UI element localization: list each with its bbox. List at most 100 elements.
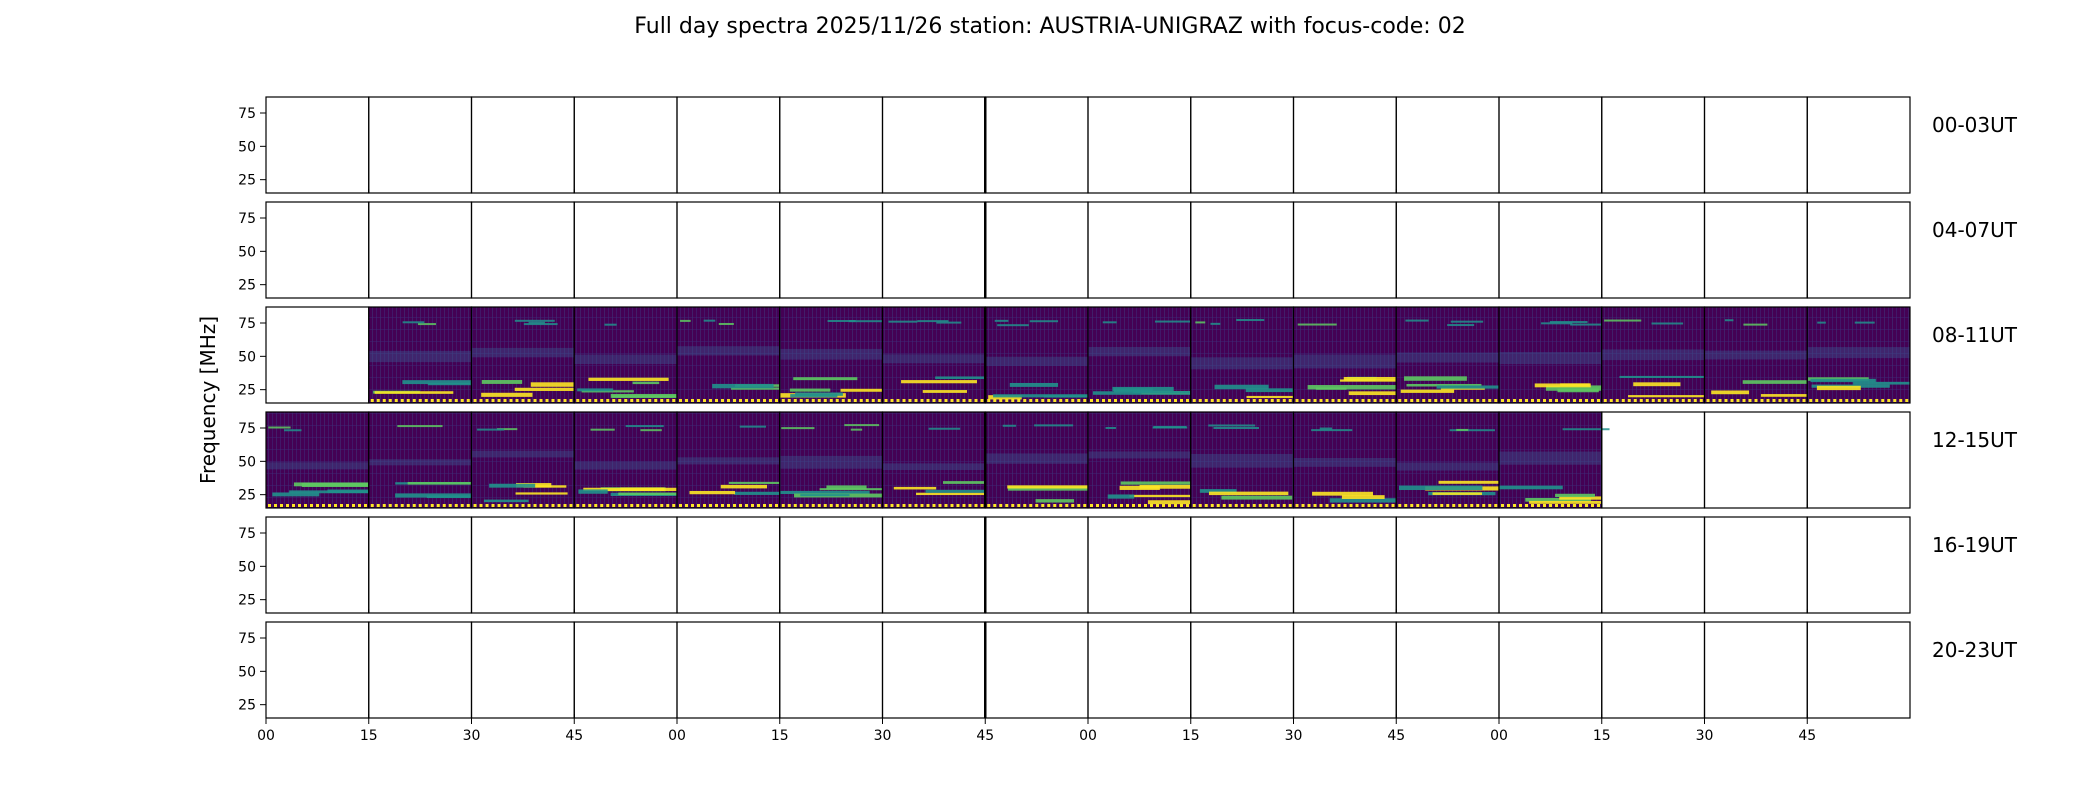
spectrum-line: [703, 319, 716, 322]
spectrum-line: [481, 380, 523, 384]
calibration-dot: [739, 504, 742, 507]
calibration-dot: [666, 504, 670, 507]
calibration-dot: [1887, 399, 1891, 402]
calibration-dot: [1041, 399, 1045, 402]
spectrum-line: [514, 387, 575, 391]
spectrum-line: [374, 391, 454, 394]
calibration-dot: [1282, 504, 1286, 507]
y-axis-label: Frequency [MHz]: [196, 316, 220, 484]
calibration-dot: [1784, 399, 1788, 402]
calibration-dot: [920, 399, 924, 402]
calibration-dot: [974, 504, 978, 507]
x-tick-label: 45: [565, 728, 583, 744]
panel-08-11ut-6: [881, 306, 986, 404]
panel-08-11ut-3: [573, 306, 678, 404]
panel-16-19ut-9: [1190, 516, 1295, 614]
calibration-dot: [1331, 504, 1335, 507]
calibration-dot: [527, 504, 531, 507]
panel-16-19ut-15: [1806, 516, 1911, 614]
panel-12-15ut-15: [1806, 411, 1911, 509]
panel-04-07ut-12: [1498, 201, 1603, 299]
calibration-dot: [1809, 399, 1813, 402]
calibration-dot: [1168, 399, 1171, 402]
spectrum-line: [483, 499, 529, 503]
calibration-dot: [956, 504, 960, 507]
calibration-dot: [1144, 504, 1147, 507]
calibration-dot: [817, 399, 821, 402]
calibration-dot: [1180, 504, 1183, 507]
spectrum-line: [604, 323, 617, 326]
calibration-dot: [388, 504, 392, 507]
panel-frame: [265, 516, 370, 614]
spectrum-line: [1113, 388, 1154, 393]
panel-12-15ut-2: [470, 411, 575, 509]
calibration-dot: [539, 504, 543, 507]
calibration-dot: [588, 399, 592, 402]
spectrum-line: [1743, 323, 1768, 326]
spectrum-line: [840, 388, 883, 392]
calibration-dot: [932, 399, 936, 402]
panel-frame: [676, 96, 781, 194]
spectrum-line: [1009, 382, 1059, 387]
calibration-dot: [497, 399, 501, 402]
spectrum-line: [993, 394, 1088, 398]
calibration-dot: [1549, 399, 1552, 402]
y-tick-label: 50: [238, 664, 256, 680]
spectrum-line: [1555, 493, 1595, 497]
calibration-dot: [1096, 504, 1099, 507]
calibration-dot: [503, 504, 507, 507]
panel-12-15ut-1: [368, 411, 473, 509]
calibration-dot: [376, 399, 380, 402]
spectrum-line: [1604, 319, 1642, 322]
calibration-dot: [1192, 399, 1196, 402]
calibration-dot: [799, 504, 803, 507]
panel-00-03ut-14: [1703, 96, 1808, 194]
spectrum-line: [1742, 380, 1808, 384]
calibration-dot: [1258, 504, 1262, 507]
panel-frame: [1601, 201, 1706, 299]
calibration-dot: [1023, 504, 1027, 507]
spectrum-line: [611, 395, 677, 398]
calibration-dot: [1422, 399, 1426, 402]
calibration-dot: [1718, 399, 1722, 402]
calibration-dot: [1464, 504, 1468, 507]
calibration-dot: [1398, 399, 1402, 402]
panel-20-23ut-12: [1498, 621, 1603, 719]
x-tick-label: 30: [874, 728, 892, 744]
calibration-dot: [370, 399, 374, 402]
calibration-dot: [551, 504, 555, 507]
calibration-dot: [721, 504, 724, 507]
spectrum-line: [1195, 321, 1206, 324]
calibration-dot: [1090, 399, 1093, 402]
calibration-dot: [1615, 399, 1619, 402]
calibration-dot: [914, 504, 918, 507]
panel-frame: [265, 621, 370, 719]
panel-frame: [676, 516, 781, 614]
y-tick-label: 50: [238, 139, 256, 155]
calibration-dot: [769, 504, 772, 507]
calibration-dot: [999, 504, 1003, 507]
calibration-dot: [1059, 399, 1063, 402]
calibration-dot: [1114, 504, 1117, 507]
calibration-dot: [557, 399, 561, 402]
row-20-23ut: 75 50 25 20-23UT: [238, 621, 2018, 719]
calibration-dot: [370, 504, 374, 507]
calibration-dot: [1385, 399, 1389, 402]
calibration-dot: [328, 504, 331, 507]
calibration-dot: [394, 504, 398, 507]
calibration-dot: [1627, 399, 1631, 402]
calibration-dot: [775, 504, 778, 507]
spectrum-line: [1817, 321, 1826, 324]
calibration-dot: [1077, 399, 1081, 402]
calibration-dot: [454, 504, 458, 507]
calibration-dot: [382, 399, 386, 402]
calibration-dot: [1663, 399, 1667, 402]
calibration-dot: [1730, 399, 1734, 402]
panel-00-03ut-10: [1292, 96, 1397, 194]
spectrum-line: [272, 492, 320, 497]
calibration-dot: [884, 399, 888, 402]
calibration-dot: [1470, 504, 1474, 507]
y-tick-label: 75: [238, 631, 256, 647]
panel-16-19ut-4: [676, 516, 781, 614]
calibration-dot: [1446, 504, 1450, 507]
